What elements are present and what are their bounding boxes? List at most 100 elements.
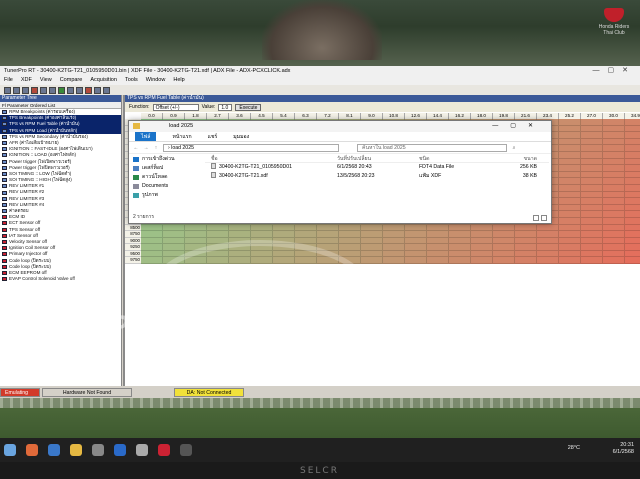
table-cell[interactable]: [251, 257, 273, 265]
table-cell[interactable]: [471, 231, 493, 238]
table-cell[interactable]: [317, 257, 339, 265]
table-cell[interactable]: [559, 198, 581, 205]
table-cell[interactable]: [625, 178, 640, 185]
table-cell[interactable]: [559, 165, 581, 172]
table-cell[interactable]: [559, 138, 581, 146]
table-cell[interactable]: [559, 211, 581, 218]
search-input[interactable]: ค้นหาใน load 2025: [357, 143, 507, 152]
table-cell[interactable]: [207, 257, 229, 265]
execute-button[interactable]: Execute: [235, 103, 262, 111]
table-cell[interactable]: [581, 171, 603, 179]
table-cell[interactable]: [625, 224, 640, 232]
store-icon[interactable]: [92, 444, 104, 456]
table-cell[interactable]: [207, 237, 229, 245]
app-icon[interactable]: [180, 444, 192, 456]
address-bar[interactable]: › load 2025: [163, 143, 339, 152]
save-icon[interactable]: [13, 86, 20, 94]
forward-icon[interactable]: →: [143, 145, 149, 151]
table-cell[interactable]: [603, 165, 625, 172]
table-cell[interactable]: [581, 244, 603, 251]
table-cell[interactable]: [559, 204, 581, 212]
table-cell[interactable]: [427, 250, 449, 258]
table-cell[interactable]: [559, 184, 581, 192]
table-cell[interactable]: [625, 211, 640, 218]
table-cell[interactable]: [449, 224, 471, 232]
settings-icon[interactable]: [136, 444, 148, 456]
menu-item[interactable]: Window: [146, 76, 166, 85]
table-cell[interactable]: [251, 231, 273, 238]
table-cell[interactable]: [625, 119, 640, 126]
tiles-view-icon[interactable]: [541, 215, 547, 221]
table-icon[interactable]: [67, 86, 74, 94]
table-cell[interactable]: [581, 178, 603, 185]
col-name-header[interactable]: ชื่อ: [205, 155, 337, 162]
up-icon[interactable]: ↑: [153, 145, 159, 151]
menu-item[interactable]: Acquisition: [90, 76, 117, 85]
table-cell[interactable]: [141, 224, 163, 232]
col-date-header[interactable]: วันที่ปรับเปลี่ยน: [337, 155, 419, 162]
table-cell[interactable]: [141, 237, 163, 245]
table-cell[interactable]: [317, 224, 339, 232]
word-icon[interactable]: [114, 444, 126, 456]
table-cell[interactable]: [603, 145, 625, 152]
table-cell[interactable]: [229, 257, 251, 265]
table-cell[interactable]: [625, 145, 640, 152]
table-cell[interactable]: [625, 198, 640, 205]
table-cell[interactable]: [163, 244, 185, 251]
table-cell[interactable]: [383, 244, 405, 251]
table-cell[interactable]: [141, 231, 163, 238]
file-row[interactable]: 30400-K2TG-T21_0105950D01 6/1/2568 20:43 F…: [205, 163, 549, 172]
table-cell[interactable]: [361, 244, 383, 251]
nav-item[interactable]: Documents: [133, 182, 199, 191]
table-cell[interactable]: [251, 244, 273, 251]
table-cell[interactable]: [163, 237, 185, 245]
table-cell[interactable]: [559, 191, 581, 199]
table-cell[interactable]: [405, 250, 427, 258]
table-cell[interactable]: [383, 231, 405, 238]
table-cell[interactable]: [471, 237, 493, 245]
table-cell[interactable]: [625, 158, 640, 166]
weather-temp[interactable]: 28°C: [568, 445, 580, 451]
table-cell[interactable]: [295, 250, 317, 258]
system-clock[interactable]: 20:31 6/1/2568: [613, 442, 634, 456]
table-cell[interactable]: [317, 244, 339, 251]
dialog-window-controls[interactable]: —▢✕: [492, 121, 545, 132]
table-cell[interactable]: [537, 224, 559, 232]
table-cell[interactable]: [405, 257, 427, 265]
table-cell[interactable]: [559, 171, 581, 179]
table-cell[interactable]: [559, 132, 581, 139]
table-cell[interactable]: [207, 244, 229, 251]
table-cell[interactable]: [603, 151, 625, 159]
table-cell[interactable]: [581, 204, 603, 212]
play-icon[interactable]: [94, 86, 101, 94]
table-cell[interactable]: [185, 224, 207, 232]
table-cell[interactable]: [581, 119, 603, 126]
table-cell[interactable]: [559, 151, 581, 159]
nav-item[interactable]: เดสก์ท็อป: [133, 164, 199, 173]
table-cell[interactable]: [405, 224, 427, 232]
table-cell[interactable]: [493, 224, 515, 232]
menu-item[interactable]: Tools: [125, 76, 138, 85]
table-cell[interactable]: [361, 257, 383, 265]
table-cell[interactable]: [427, 244, 449, 251]
record-icon[interactable]: [85, 86, 92, 94]
chrome-icon[interactable]: [26, 444, 38, 456]
table-cell[interactable]: [273, 257, 295, 265]
table-cell[interactable]: [559, 158, 581, 166]
file-row[interactable]: 30400-K2TG-T21.xdf 13/5/2568 20:23 แฟ้ม XD…: [205, 172, 549, 181]
table-cell[interactable]: [581, 250, 603, 258]
menu-item[interactable]: Compare: [60, 76, 83, 85]
table-cell[interactable]: [273, 250, 295, 258]
connect-icon[interactable]: [58, 86, 65, 94]
table-cell[interactable]: [185, 250, 207, 258]
table-cell[interactable]: [471, 250, 493, 258]
table-cell[interactable]: [405, 231, 427, 238]
table-cell[interactable]: [493, 231, 515, 238]
table-cell[interactable]: [163, 250, 185, 258]
stop-icon[interactable]: [31, 86, 38, 94]
ribbon-tab[interactable]: ไฟล์: [135, 132, 157, 141]
table-cell[interactable]: [581, 158, 603, 166]
table-cell[interactable]: [581, 165, 603, 172]
table-cell[interactable]: [581, 132, 603, 139]
table-cell[interactable]: [229, 244, 251, 251]
